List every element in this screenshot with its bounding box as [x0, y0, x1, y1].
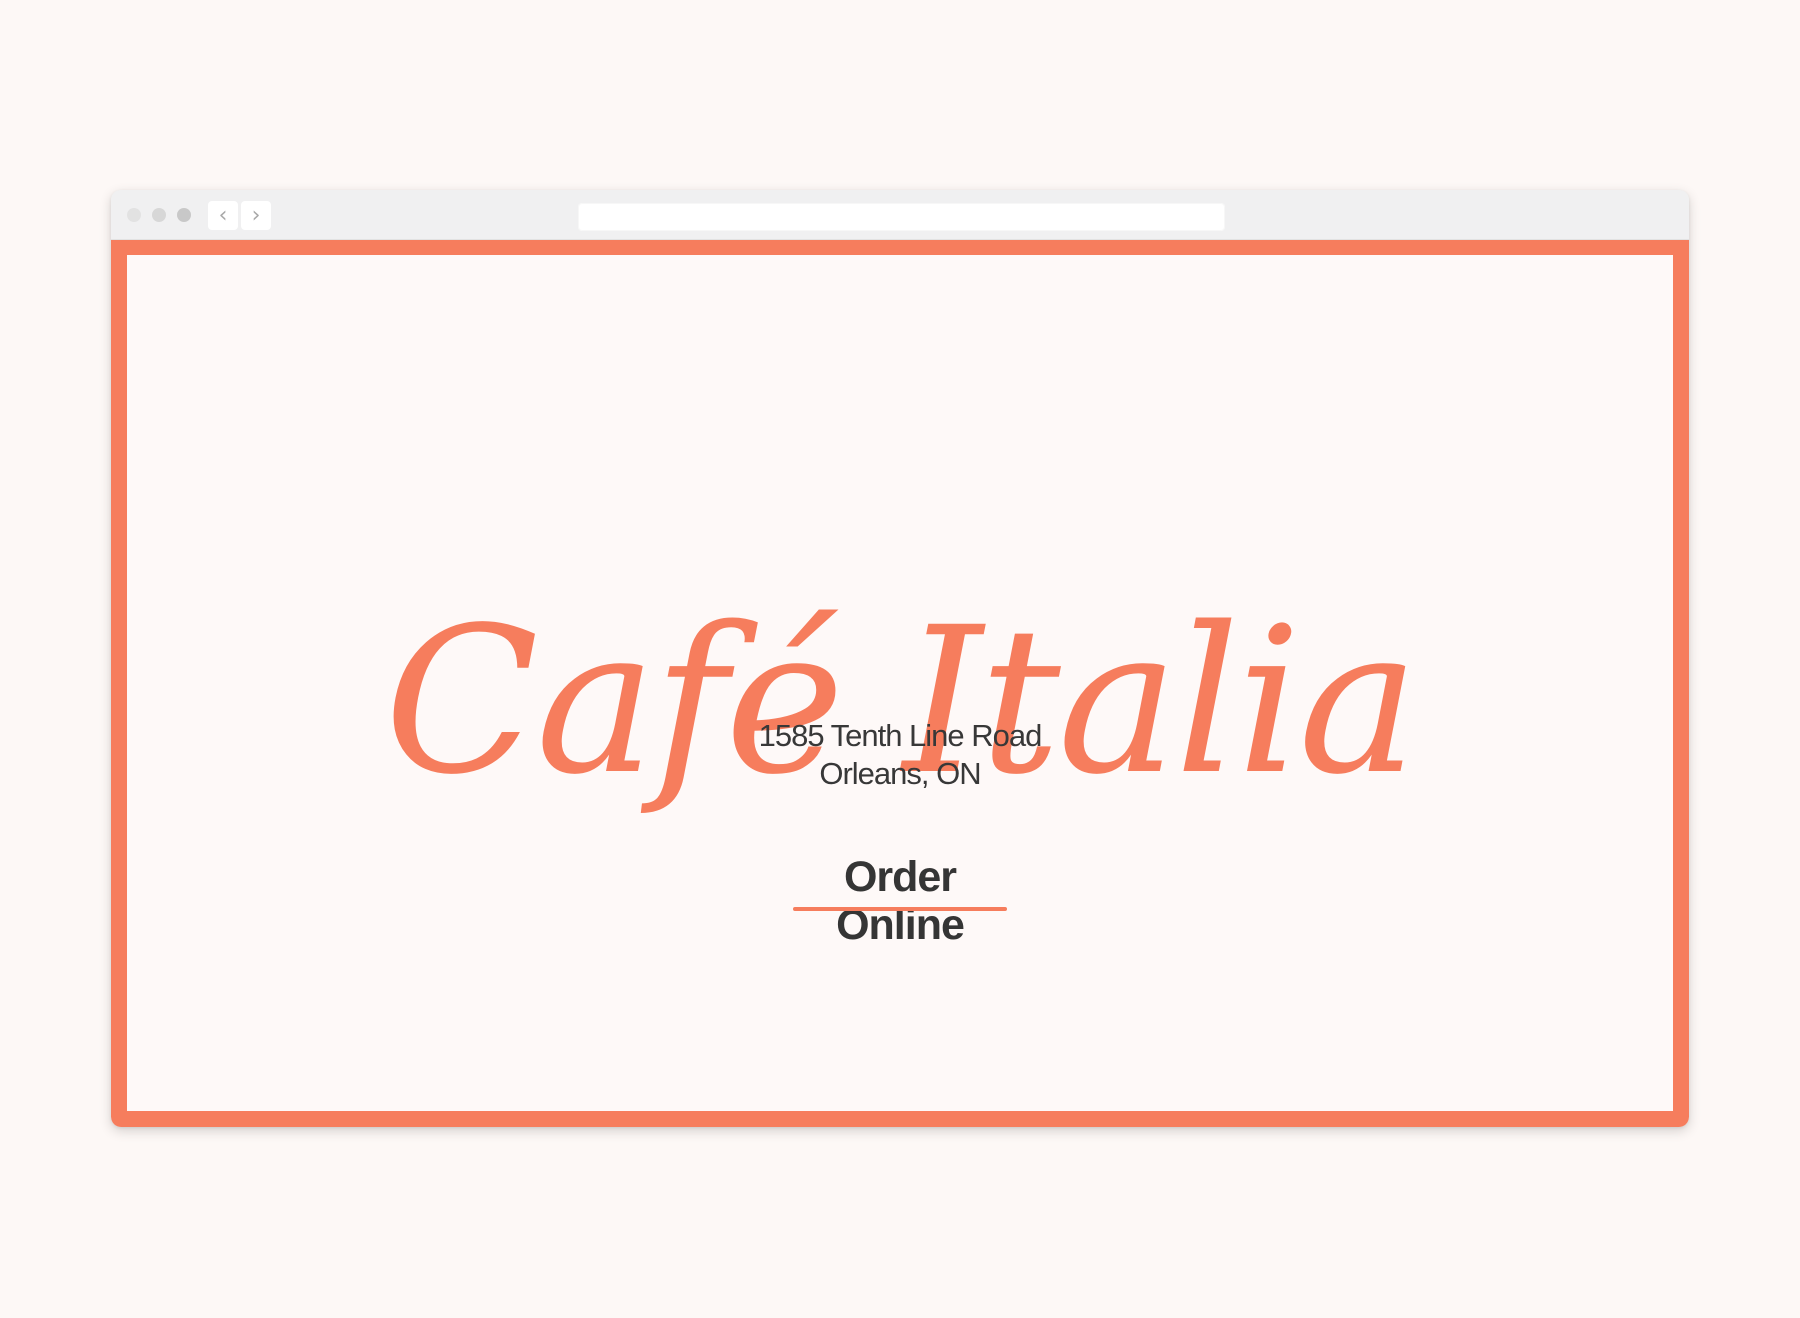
window-zoom-dot[interactable] — [177, 208, 191, 222]
chevron-right-icon: › — [251, 203, 261, 228]
address-bar[interactable] — [578, 203, 1225, 231]
location-address: 1585 Tenth Line Road Orleans, ON — [127, 717, 1673, 793]
back-button[interactable]: ‹ — [208, 201, 238, 230]
address-line-2: Orleans, ON — [819, 756, 981, 791]
browser-window: ‹ › Café Italia 1585 Tenth Line Road Orl… — [111, 190, 1689, 1127]
order-online-link[interactable]: Order Online — [793, 853, 1007, 949]
order-online-label: Order Online — [836, 853, 965, 949]
address-line-1: 1585 Tenth Line Road — [758, 718, 1043, 753]
browser-toolbar: ‹ › — [111, 190, 1689, 240]
page-viewport: Café Italia 1585 Tenth Line Road Orleans… — [111, 240, 1689, 1127]
window-minimize-dot[interactable] — [152, 208, 166, 222]
page-canvas: Café Italia 1585 Tenth Line Road Orleans… — [127, 255, 1673, 1111]
window-close-dot[interactable] — [127, 208, 141, 222]
order-online-underline — [793, 907, 1007, 911]
forward-button[interactable]: › — [241, 201, 271, 230]
chevron-left-icon: ‹ — [218, 203, 228, 228]
